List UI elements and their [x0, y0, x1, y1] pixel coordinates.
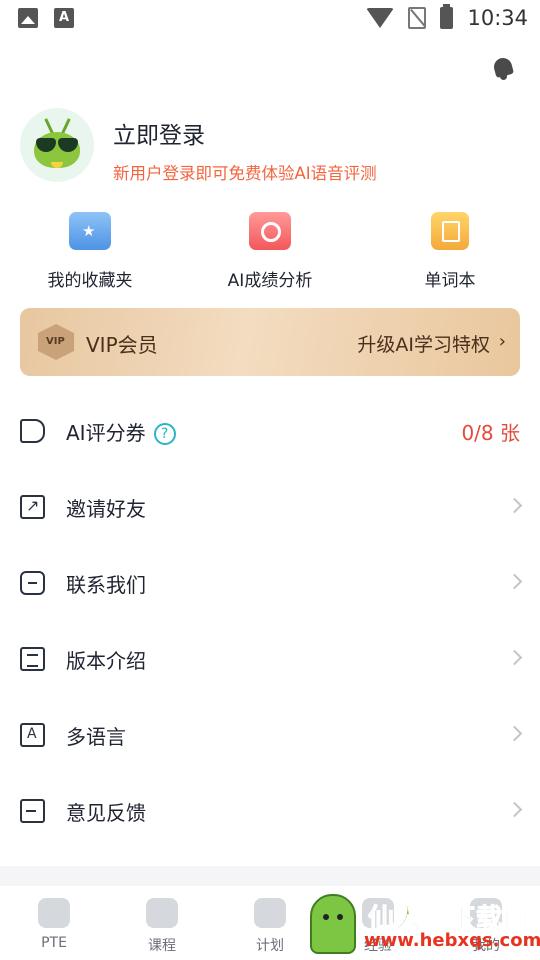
cactus-logo-icon — [310, 894, 356, 954]
language-icon — [20, 723, 45, 747]
watermark-url: www.hebxqs.com — [364, 930, 540, 951]
ai-analysis-icon — [249, 212, 291, 250]
document-icon — [20, 647, 45, 671]
ticket-count: 0/8 张 — [461, 421, 520, 445]
menu-row-contact-us[interactable]: 联系我们 — [0, 546, 540, 622]
status-bar: A 10:34 — [0, 0, 540, 36]
image-icon — [18, 8, 38, 28]
feedback-icon — [20, 799, 45, 823]
menu-row-language[interactable]: 多语言 — [0, 698, 540, 774]
vip-title: VIP会员 — [86, 333, 158, 357]
shortcut-label: 单词本 — [424, 271, 476, 291]
tab-pte[interactable]: PTE — [9, 898, 99, 951]
chevron-right-icon — [506, 725, 523, 742]
vip-banner[interactable]: VIP VIP会员 升级AI学习特权 › — [20, 308, 520, 376]
menu-label: 邀请好友 — [66, 497, 146, 521]
status-time: 10:34 — [467, 6, 528, 30]
chevron-right-icon — [506, 649, 523, 666]
no-sim-icon — [408, 7, 427, 29]
watermark: 仙人掌下载网 www.hebxqs.com — [298, 894, 540, 960]
chevron-right-icon — [506, 497, 523, 514]
menu-row-feedback[interactable]: 意见反馈 — [0, 774, 540, 850]
menu-row-invite-friends[interactable]: 邀请好友 — [0, 470, 540, 546]
plan-icon — [254, 898, 286, 928]
section-divider — [0, 866, 540, 886]
battery-charging-icon — [440, 4, 454, 29]
menu-label: AI评分券? — [66, 417, 176, 446]
login-subtitle: 新用户登录即可免费体验AI语音评测 — [113, 164, 377, 183]
shortcut-ai-analysis[interactable]: AI成绩分析 — [200, 212, 340, 291]
help-icon[interactable]: ? — [153, 423, 176, 445]
shortcut-label: AI成绩分析 — [227, 271, 313, 291]
bell-icon[interactable] — [491, 55, 515, 80]
message-icon — [20, 571, 45, 595]
tab-label: 课程 — [148, 938, 176, 954]
shortcut-favorites[interactable]: 我的收藏夹 — [20, 212, 160, 291]
wordbook-icon — [431, 212, 469, 250]
tab-courses[interactable]: 课程 — [117, 898, 207, 955]
share-icon — [20, 495, 45, 519]
vip-upgrade-link[interactable]: 升级AI学习特权 — [357, 330, 490, 357]
favorites-folder-icon — [69, 212, 111, 250]
menu-row-version-info[interactable]: 版本介绍 — [0, 622, 540, 698]
wifi-icon — [366, 8, 395, 28]
headphones-icon — [38, 898, 70, 928]
login-title[interactable]: 立即登录 — [113, 116, 205, 150]
menu-label: 意见反馈 — [66, 801, 146, 825]
ai-ticket-label: AI评分券 — [66, 421, 146, 445]
video-icon — [146, 898, 178, 928]
chevron-right-icon: › — [498, 331, 506, 352]
ticket-icon — [20, 419, 45, 443]
menu-label: 联系我们 — [66, 573, 146, 597]
menu-label: 多语言 — [66, 725, 126, 749]
a-notification-icon: A — [54, 8, 74, 28]
menu-row-ai-tickets[interactable]: AI评分券? 0/8 张 — [0, 394, 540, 470]
chevron-right-icon — [506, 801, 523, 818]
avatar[interactable] — [20, 108, 94, 182]
chevron-right-icon — [506, 573, 523, 590]
vip-badge-text: VIP — [46, 336, 65, 347]
shortcut-wordbook[interactable]: 单词本 — [380, 212, 520, 291]
menu-label: 版本介绍 — [66, 649, 146, 673]
shortcut-label: 我的收藏夹 — [47, 271, 133, 291]
tab-label: PTE — [41, 935, 67, 951]
